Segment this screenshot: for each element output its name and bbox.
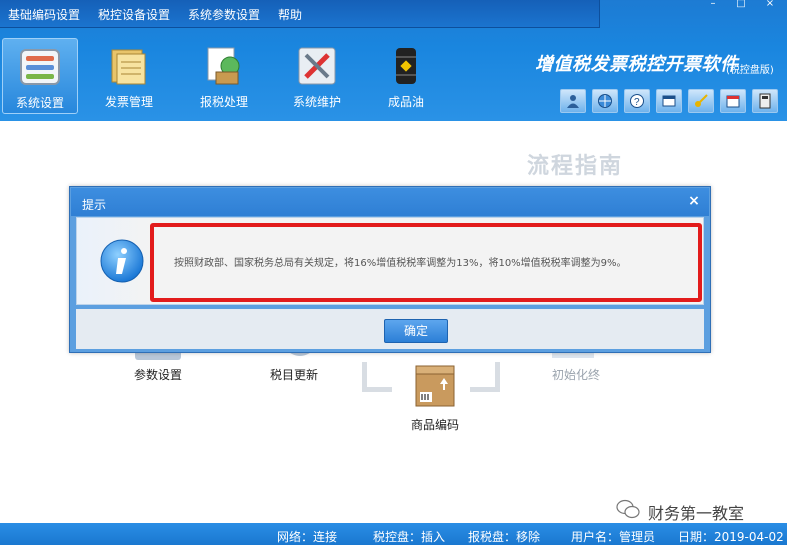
watermark-text: 财务第一教室 <box>648 504 745 523</box>
flow-item-param-settings[interactable]: 参数设置 <box>134 366 182 383</box>
flow-item-initialize[interactable]: 初始化终 <box>552 366 600 383</box>
dialog-titlebar[interactable]: 提示 × <box>71 188 709 216</box>
app-subtitle: (税控盘版) <box>726 65 774 76</box>
app-title: 增值税发票税控开票软件 <box>535 54 739 75</box>
key-icon[interactable] <box>688 89 714 113</box>
menu-bar: 基础编码设置 税控设备设置 系统参数设置 帮助 <box>0 0 600 28</box>
toolbar-label: 发票管理 <box>104 95 153 109</box>
menu-tax-device[interactable]: 税控设备设置 <box>98 6 170 23</box>
calendar-icon[interactable] <box>720 89 746 113</box>
ok-button[interactable]: 确定 <box>384 319 448 343</box>
menu-system-params[interactable]: 系统参数设置 <box>188 6 260 23</box>
flow-connector-left <box>362 362 392 392</box>
product-code-box-icon[interactable] <box>414 364 456 408</box>
toolbar-invoice-management[interactable]: 发票管理 <box>91 38 167 114</box>
status-date: 日期：2019-04-02 <box>678 530 784 544</box>
close-window-icon[interactable]: × <box>762 0 778 10</box>
status-bar: 网络：连接 税控盘：插入 报税盘：移除 用户名：管理员 日期：2019-04-0… <box>0 523 787 545</box>
flow-item-product-code[interactable]: 商品编码 <box>411 416 459 433</box>
calculator-icon[interactable] <box>752 89 778 113</box>
maintenance-tools-icon <box>298 47 336 85</box>
flow-item-tax-update[interactable]: 税目更新 <box>270 366 318 383</box>
app-header: 基础编码设置 税控设备设置 系统参数设置 帮助 – □ × 系统设置 发票管理 <box>0 0 787 121</box>
toolbar-label: 成品油 <box>387 95 424 109</box>
menu-help[interactable]: 帮助 <box>278 6 302 23</box>
info-icon <box>100 239 144 283</box>
dialog-footer: 确定 <box>76 309 704 349</box>
settings-panel-icon <box>20 49 60 85</box>
utility-bar: ? <box>556 87 782 117</box>
dialog-close-button[interactable]: × <box>683 191 705 211</box>
invoice-folder-icon <box>111 49 146 85</box>
status-tax-disk: 税控盘：插入 <box>373 530 446 544</box>
toolbar-label: 系统维护 <box>292 95 341 109</box>
toolbar-tax-report[interactable]: 报税处理 <box>186 38 262 114</box>
toolbar-label: 报税处理 <box>199 95 248 109</box>
tax-report-icon <box>207 47 240 85</box>
toolbar-system-maintenance[interactable]: 系统维护 <box>279 38 355 114</box>
flow-connector-right <box>470 362 500 392</box>
flow-guide-title: 流程指南 <box>527 154 624 179</box>
status-user: 用户名：管理员 <box>571 530 656 544</box>
status-report-disk: 报税盘：移除 <box>468 530 541 544</box>
dialog-icon-area <box>77 218 151 304</box>
dialog-title: 提示 <box>82 198 107 212</box>
status-network: 网络：连接 <box>277 530 338 544</box>
maximize-icon[interactable]: □ <box>733 0 749 10</box>
help-icon[interactable]: ? <box>624 89 650 113</box>
window-icon[interactable] <box>656 89 682 113</box>
globe-icon[interactable] <box>592 89 618 113</box>
wechat-icon <box>616 499 640 519</box>
toolbar-refined-oil[interactable]: 成品油 <box>368 38 444 114</box>
toolbar-system-settings[interactable]: 系统设置 <box>2 38 78 114</box>
svg-text:?: ? <box>634 97 640 108</box>
minimize-icon[interactable]: – <box>705 0 721 10</box>
menu-basic-codes[interactable]: 基础编码设置 <box>8 6 80 23</box>
highlight-annotation-box <box>150 223 702 302</box>
user-icon[interactable] <box>560 89 586 113</box>
toolbar-label: 系统设置 <box>15 96 64 110</box>
oil-barrel-icon <box>396 48 416 84</box>
